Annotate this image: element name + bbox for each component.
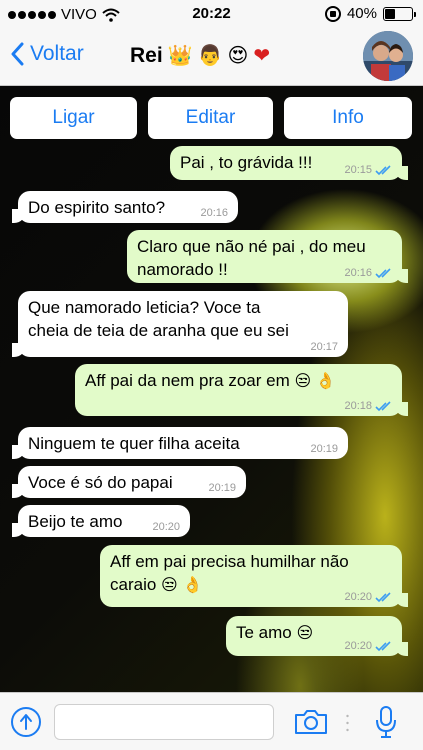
message-time: 20:19 <box>208 482 236 494</box>
battery-icon <box>383 6 416 21</box>
back-button[interactable]: Voltar <box>10 42 84 66</box>
message-time: 20:17 <box>310 341 338 353</box>
read-ticks-icon <box>375 592 391 603</box>
message-text: Claro que não né pai , do meu <box>137 237 366 256</box>
read-ticks-icon <box>375 165 391 176</box>
man-emoji: 👨 <box>197 45 223 67</box>
message-outgoing[interactable]: Pai , to grávida !!! 20:15 <box>170 146 408 180</box>
message-time: 20:20 <box>152 521 180 533</box>
unamused-emoji: 😒 <box>296 623 314 642</box>
message-text: Do espirito santo? <box>28 198 166 217</box>
message-outgoing[interactable]: Aff pai da nem pra zoar em 😒 👌 20:18 <box>75 364 408 416</box>
message-input[interactable] <box>54 704 274 740</box>
unamused-emoji: 😒 <box>294 371 312 390</box>
message-text: caraio <box>110 575 157 594</box>
ok-hand-emoji: 👌 <box>182 575 203 594</box>
unamused-emoji: 😒 <box>161 575 178 594</box>
status-bar: VIVO 20:22 40% <box>0 0 423 28</box>
call-button[interactable]: Ligar <box>10 97 137 139</box>
heart-eyes-emoji: 😍 <box>227 45 249 67</box>
divider-dots <box>346 714 349 732</box>
message-time: 20:18 <box>344 400 372 412</box>
message-text: Voce é só do papai <box>28 473 173 492</box>
message-time: 20:16 <box>344 267 372 279</box>
message-time: 20:20 <box>344 591 372 603</box>
message-incoming[interactable]: Beijo te amo 20:20 <box>12 505 190 537</box>
share-icon <box>20 714 32 730</box>
camera-icon[interactable] <box>293 709 329 735</box>
message-text: Te amo <box>236 623 292 642</box>
share-button[interactable] <box>11 707 41 737</box>
message-time: 20:19 <box>310 443 338 455</box>
contact-avatar[interactable] <box>363 31 413 81</box>
info-button[interactable]: Info <box>284 97 412 139</box>
message-incoming[interactable]: Que namorado leticia? Voce ta cheia de t… <box>12 291 348 357</box>
message-incoming[interactable]: Ninguem te quer filha aceita 20:19 <box>12 427 348 459</box>
message-incoming[interactable]: Do espirito santo? 20:16 <box>12 191 238 223</box>
message-outgoing[interactable]: Claro que não né pai , do meu namorado !… <box>127 230 408 283</box>
input-bar <box>0 692 423 750</box>
nav-bar: Voltar Rei 👑 👨 😍 ❤ <box>0 28 423 86</box>
read-ticks-icon <box>375 268 391 279</box>
message-text: Aff pai da nem pra zoar em <box>85 371 290 390</box>
chat-title[interactable]: Rei 👑 👨 😍 ❤ <box>130 43 270 68</box>
back-chevron-icon <box>11 42 24 66</box>
back-label: Voltar <box>30 42 84 65</box>
read-ticks-icon <box>375 401 391 412</box>
edit-button[interactable]: Editar <box>148 97 273 139</box>
microphone-icon[interactable] <box>374 705 398 739</box>
message-text: Que namorado leticia? Voce ta <box>28 298 261 317</box>
contact-name: Rei <box>130 43 163 67</box>
message-outgoing[interactable]: Aff em pai precisa humilhar não caraio 😒… <box>100 545 408 607</box>
message-time: 20:20 <box>344 640 372 652</box>
message-incoming[interactable]: Voce é só do papai 20:19 <box>12 466 246 498</box>
battery-percent: 40% <box>346 5 377 22</box>
message-text: Ninguem te quer filha aceita <box>28 434 240 453</box>
message-time: 20:15 <box>344 164 372 176</box>
read-ticks-icon <box>375 641 391 652</box>
message-text: Aff em pai precisa humilhar não <box>110 552 349 571</box>
message-outgoing[interactable]: Te amo 😒 20:20 <box>226 616 408 656</box>
crown-emoji: 👑 <box>167 45 193 67</box>
ok-hand-emoji: 👌 <box>315 371 336 390</box>
rotation-lock-icon <box>324 5 341 22</box>
heart-emoji: ❤ <box>253 45 271 67</box>
message-text: cheia de teia de aranha que eu sei <box>28 321 289 340</box>
message-time: 20:16 <box>200 207 228 219</box>
